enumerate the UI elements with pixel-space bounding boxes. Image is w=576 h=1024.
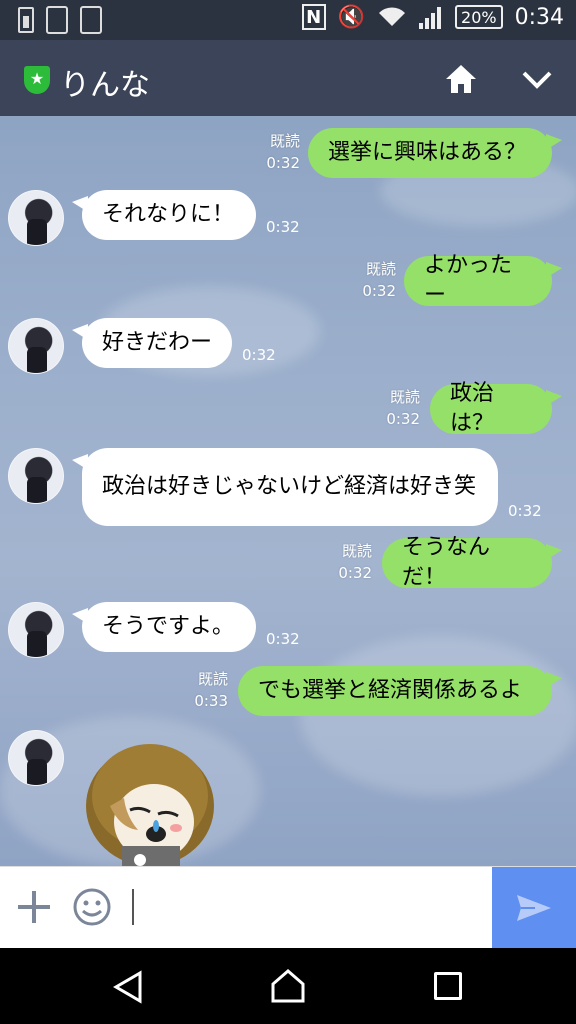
read-label: 既読	[341, 542, 372, 560]
text-caret	[132, 889, 134, 925]
outgoing-message[interactable]: でも選挙と経済関係あるよ	[238, 666, 562, 716]
message-input-bar	[0, 866, 576, 949]
message-time: 0:32	[266, 154, 300, 172]
status-left-icons	[18, 6, 102, 34]
navigation-bar	[0, 948, 576, 1024]
read-receipt: 既読 0:33	[194, 668, 228, 712]
message-time: 0:32	[362, 282, 396, 300]
clock: 0:34	[514, 4, 564, 30]
emoji-icon[interactable]	[72, 887, 112, 927]
message-time: 0:32	[508, 502, 542, 520]
battery-level: 20%	[455, 5, 503, 29]
read-receipt: 既読 0:32	[338, 540, 372, 584]
nfc-icon: N	[301, 4, 326, 30]
mute-icon: 🔇	[337, 4, 366, 30]
app-notification-icon	[80, 6, 102, 34]
send-icon	[517, 895, 551, 921]
avatar[interactable]	[8, 318, 64, 374]
message-time: 0:33	[194, 692, 228, 710]
message-time: 0:32	[386, 410, 420, 428]
outgoing-message[interactable]: 選挙に興味はある？	[308, 128, 562, 178]
read-label: 既読	[269, 132, 300, 150]
chat-header: ★ りんな	[0, 40, 576, 116]
read-receipt: 既読 0:32	[266, 130, 300, 174]
message-time: 0:32	[242, 346, 276, 364]
back-icon[interactable]	[112, 970, 144, 1004]
signal-icon	[419, 5, 443, 29]
avatar[interactable]	[8, 602, 64, 658]
incoming-message[interactable]: 政治は好きじゃないけど経済は好き笑	[72, 448, 498, 526]
message-time: 0:32	[338, 564, 372, 582]
read-label: 既読	[365, 260, 396, 278]
read-label: 既読	[389, 388, 420, 406]
chat-title: りんな	[60, 68, 150, 103]
recent-apps-icon[interactable]	[434, 972, 462, 1000]
avatar[interactable]	[8, 448, 64, 504]
contacts-icon	[46, 6, 68, 34]
crying-girl-sticker[interactable]	[80, 736, 220, 866]
message-input[interactable]	[136, 883, 486, 933]
home-nav-icon[interactable]	[270, 968, 306, 1004]
message-time: 0:32	[266, 630, 300, 648]
message-time: 0:32	[266, 218, 300, 236]
status-right-icons: N 🔇 20% 0:34	[301, 4, 564, 30]
plus-icon[interactable]	[14, 887, 54, 927]
avatar[interactable]	[8, 730, 64, 786]
home-icon[interactable]	[444, 62, 478, 96]
chevron-down-icon[interactable]	[520, 62, 554, 96]
incoming-message[interactable]: それなりに！	[72, 190, 256, 240]
chat-area[interactable]: 既読 0:32 選挙に興味はある？ それなりに！ 0:32 既読 0:32 よか…	[0, 116, 576, 866]
send-button[interactable]	[492, 867, 576, 949]
incoming-message[interactable]: そうですよ。	[72, 602, 256, 652]
read-receipt: 既読 0:32	[362, 258, 396, 302]
outgoing-message[interactable]: よかったー	[404, 253, 562, 308]
status-bar: N 🔇 20% 0:34	[0, 0, 576, 40]
read-label: 既読	[197, 670, 228, 688]
outgoing-message[interactable]: 政治は？	[430, 381, 562, 436]
wifi-icon	[379, 7, 406, 26]
outgoing-message[interactable]: そうなんだ！	[382, 535, 562, 590]
avatar[interactable]	[8, 190, 64, 246]
read-receipt: 既読 0:32	[386, 386, 420, 430]
incoming-message[interactable]: 好きだわー	[72, 318, 232, 368]
battery-charging-icon	[18, 7, 34, 33]
shield-icon: ★	[24, 66, 50, 94]
background-cloud	[300, 636, 576, 796]
